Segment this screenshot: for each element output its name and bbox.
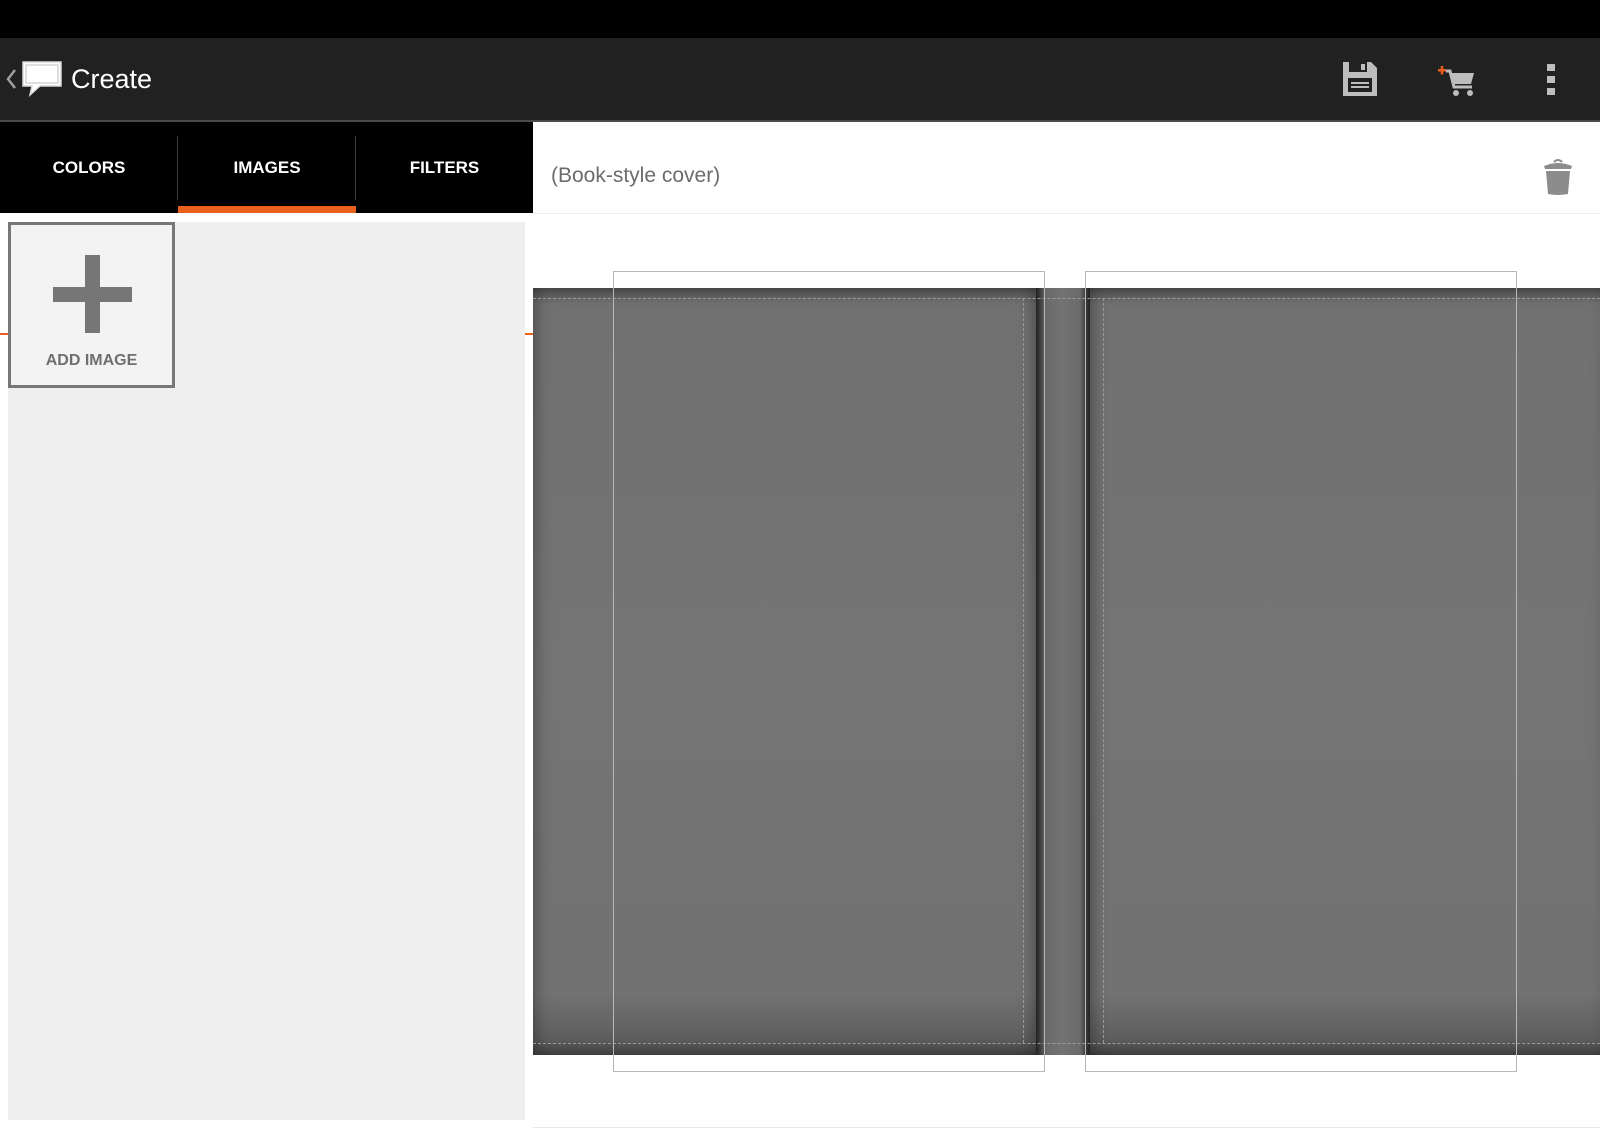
add-image-label: ADD IMAGE xyxy=(45,352,138,369)
chevron-left-icon xyxy=(6,69,16,89)
save-button[interactable] xyxy=(1330,54,1390,104)
floppy-disk-icon xyxy=(1343,62,1377,96)
trash-icon xyxy=(1544,159,1572,195)
tab-colors[interactable]: COLORS xyxy=(0,122,178,213)
cover-title: (Book-style cover) xyxy=(551,164,721,187)
selected-tab-indicator xyxy=(178,206,356,213)
speech-bubble-icon xyxy=(22,61,62,98)
overflow-menu-button[interactable] xyxy=(1522,54,1580,104)
delete-button[interactable] xyxy=(1535,152,1581,202)
tab-filters[interactable]: FILTERS xyxy=(356,122,533,213)
status-bar xyxy=(0,0,1600,38)
tab-images[interactable]: IMAGES xyxy=(178,122,356,213)
back-cover-guide xyxy=(613,271,1045,1072)
images-panel: ADD IMAGE xyxy=(8,222,525,1120)
add-to-cart-button[interactable] xyxy=(1426,54,1486,104)
plus-icon-bar xyxy=(53,287,132,302)
app-title: Create xyxy=(71,64,153,94)
cover-preview-canvas[interactable] xyxy=(533,268,1600,1073)
tab-bar: COLORS IMAGES FILTERS xyxy=(0,122,533,335)
home-up-button[interactable]: Create xyxy=(0,38,170,120)
front-cover-guide xyxy=(1085,271,1517,1072)
add-to-cart-icon xyxy=(1438,66,1474,96)
action-bar: Create xyxy=(0,38,1600,122)
cover-header: (Book-style cover) xyxy=(533,122,1600,214)
add-image-button[interactable]: ADD IMAGE xyxy=(8,222,175,388)
overflow-menu-icon xyxy=(1547,64,1555,95)
